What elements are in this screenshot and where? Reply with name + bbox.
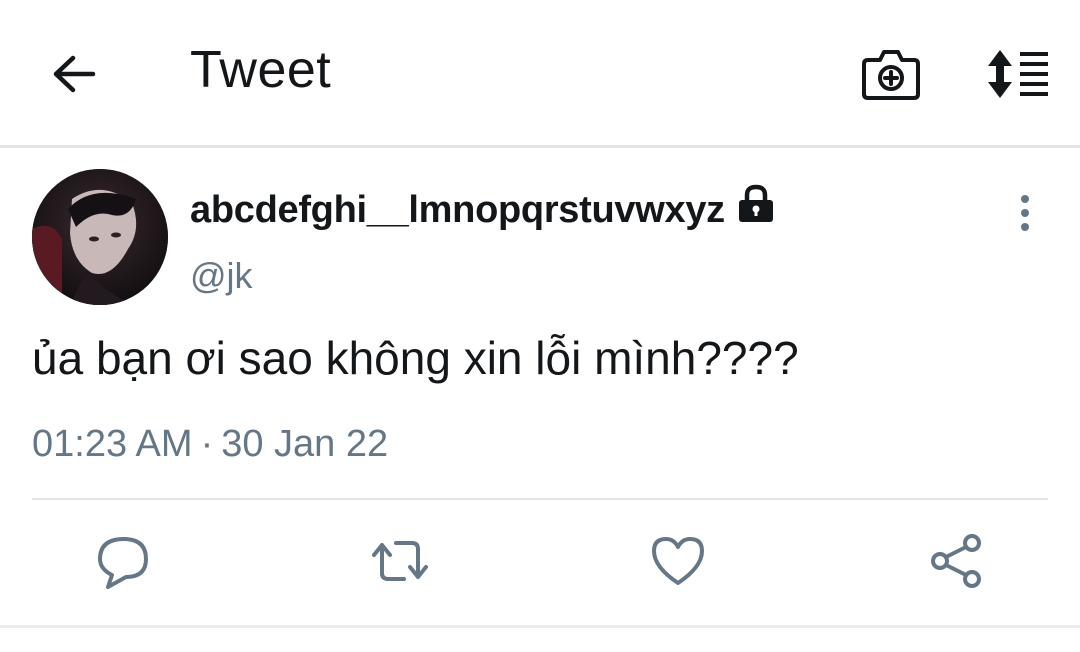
timestamp-separator: · (200, 423, 214, 465)
tweet-actions (0, 531, 1080, 601)
tweet-date: 30 Jan 22 (221, 423, 389, 465)
back-button[interactable] (48, 50, 100, 98)
sort-list-icon (988, 50, 1048, 98)
camera-button[interactable] (860, 44, 922, 104)
tweet-timestamp: 01:23 AM · 30 Jan 22 (32, 423, 388, 466)
tweet-time: 01:23 AM (32, 423, 193, 465)
tweet-text: ủa bạn ơi sao không xin lỗi mình???? (32, 332, 799, 384)
camera-plus-icon (862, 50, 920, 100)
more-options-button[interactable] (1006, 191, 1044, 237)
reply-button[interactable] (94, 531, 154, 591)
bottom-divider (0, 625, 1080, 628)
avatar[interactable] (32, 169, 168, 305)
display-name[interactable]: abcdefghi__lmnopqrstuvwxyz (190, 189, 725, 232)
like-button[interactable] (648, 531, 708, 591)
avatar-photo (32, 169, 168, 305)
more-vertical-icon (1021, 195, 1029, 231)
divider (32, 498, 1048, 500)
reply-icon (98, 537, 148, 589)
share-button[interactable] (926, 531, 986, 591)
page-title: Tweet (190, 41, 332, 99)
retweet-icon (372, 541, 428, 581)
share-icon (931, 534, 981, 588)
retweet-button[interactable] (370, 531, 430, 591)
arrow-left-icon (53, 55, 96, 93)
sort-button[interactable] (982, 44, 1052, 104)
heart-icon (652, 537, 704, 585)
top-app-bar: Tweet (0, 0, 1080, 148)
tweet-detail: abcdefghi__lmnopqrstuvwxyz @jk ủa bạn ơi… (0, 151, 1080, 652)
user-handle[interactable]: @jk (190, 255, 253, 297)
lock-icon (736, 183, 776, 225)
